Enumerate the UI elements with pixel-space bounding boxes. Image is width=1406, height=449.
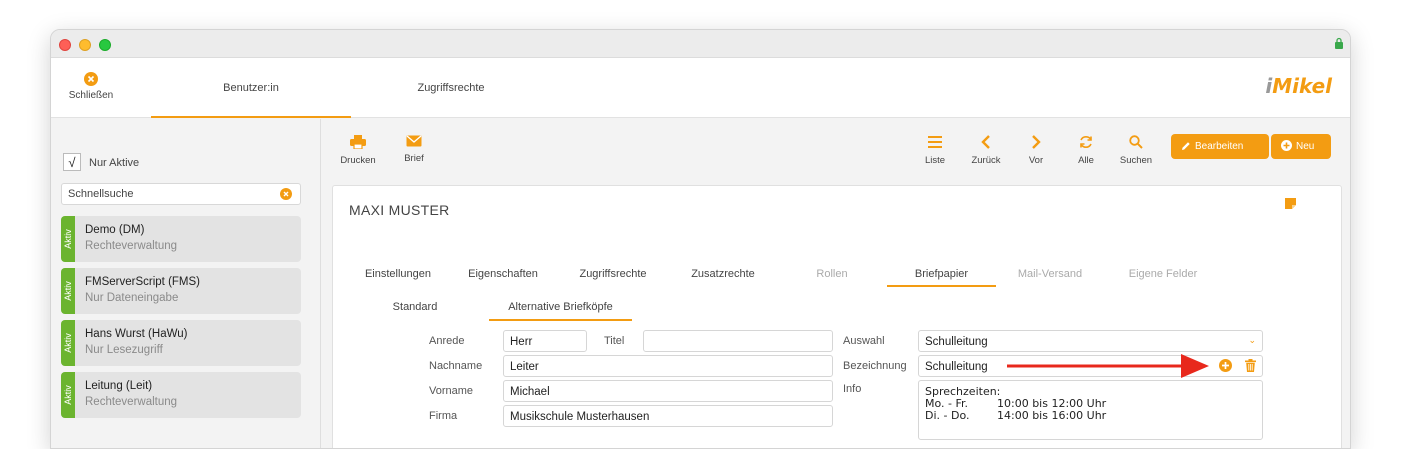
app-window: Schließen Benutzer:in Zugriffsrechte iMi… xyxy=(50,29,1351,449)
only-active-label: Nur Aktive xyxy=(89,157,140,169)
user-list-item[interactable]: Aktiv Leitung (Leit) Rechteverwaltung xyxy=(61,372,301,418)
add-circle-icon[interactable] xyxy=(1219,359,1232,372)
close-circle-icon xyxy=(84,72,98,86)
back-button[interactable]: Zurück xyxy=(963,135,1009,166)
search-icon xyxy=(1129,135,1143,149)
tab-zugriffsrechte[interactable]: Zugriffsrechte xyxy=(351,58,551,118)
vorname-label: Vorname xyxy=(429,385,474,397)
user-role: Rechteverwaltung xyxy=(85,396,178,408)
title-bar xyxy=(51,30,1350,58)
anrede-label: Anrede xyxy=(429,335,465,347)
status-badge: Aktiv xyxy=(61,268,75,314)
record-card: MAXI MUSTER Einstellungen Eigenschaften … xyxy=(332,185,1342,448)
bezeichnung-label: Bezeichnung xyxy=(843,360,907,372)
tab-zugriffsrechte[interactable]: Zugriffsrechte xyxy=(563,268,663,286)
pencil-icon xyxy=(1182,142,1190,150)
status-badge: Aktiv xyxy=(61,372,75,418)
tab-briefpapier[interactable]: Briefpapier xyxy=(887,268,996,287)
status-badge: Aktiv xyxy=(61,216,75,262)
auswahl-select[interactable]: Schulleitung ⌄ xyxy=(918,330,1263,352)
auswahl-value: Schulleitung xyxy=(925,336,988,348)
auswahl-label: Auswahl xyxy=(843,335,885,347)
anrede-field[interactable]: Herr xyxy=(503,330,587,352)
user-name: Leitung (Leit) xyxy=(85,380,153,392)
user-name: Demo (DM) xyxy=(85,224,145,236)
nachname-field[interactable]: Leiter xyxy=(503,355,833,377)
print-button[interactable]: Drucken xyxy=(338,135,378,166)
user-role: Nur Lesezugriff xyxy=(85,344,163,356)
quick-search-input[interactable]: Schnellsuche xyxy=(61,183,301,205)
search-button[interactable]: Suchen xyxy=(1116,135,1156,166)
tab-eigene-felder[interactable]: Eigene Felder xyxy=(1108,268,1218,286)
record-title: MAXI MUSTER xyxy=(349,202,450,218)
tab-benutzer[interactable]: Benutzer:in xyxy=(151,58,351,118)
zoom-window-button[interactable] xyxy=(99,39,111,51)
status-badge: Aktiv xyxy=(61,320,75,366)
tab-mail-versand[interactable]: Mail-Versand xyxy=(1000,268,1100,286)
tab-zusatzrechte[interactable]: Zusatzrechte xyxy=(673,268,773,286)
tab-eigenschaften[interactable]: Eigenschaften xyxy=(458,268,548,286)
user-list-item[interactable]: Aktiv Demo (DM) Rechteverwaltung xyxy=(61,216,301,262)
minimize-window-button[interactable] xyxy=(79,39,91,51)
info-textarea[interactable]: Sprechzeiten: Mo. - Fr. 10:00 bis 12:00 U… xyxy=(918,380,1263,440)
close-window-button[interactable] xyxy=(59,39,71,51)
refresh-icon xyxy=(1080,136,1092,148)
edit-button[interactable]: Bearbeiten xyxy=(1171,134,1269,159)
firma-label: Firma xyxy=(429,410,458,422)
user-role: Nur Dateneingabe xyxy=(85,292,179,304)
list-icon xyxy=(928,136,942,148)
close-button[interactable]: Schließen xyxy=(65,72,117,101)
close-label: Schließen xyxy=(68,90,114,101)
vorname-field[interactable]: Michael xyxy=(503,380,833,402)
only-active-checkbox[interactable]: √ xyxy=(63,153,81,171)
list-button[interactable]: Liste xyxy=(915,135,955,166)
chevron-down-icon: ⌄ xyxy=(1248,335,1256,345)
forward-button[interactable]: Vor xyxy=(1016,135,1056,166)
main-content: Drucken Brief Liste Zurück Vor Alle Such… xyxy=(322,119,1350,448)
lock-icon xyxy=(1335,37,1343,49)
bezeichnung-value: Schulleitung xyxy=(925,361,988,373)
user-name: FMServerScript (FMS) xyxy=(85,276,200,288)
info-line: Di. - Do. 14:00 bis 16:00 Uhr xyxy=(925,409,1107,422)
clear-search-icon[interactable] xyxy=(280,188,292,200)
nachname-label: Nachname xyxy=(429,360,483,372)
user-name: Hans Wurst (HaWu) xyxy=(85,328,188,340)
chevron-right-icon xyxy=(1032,135,1041,149)
info-label: Info xyxy=(843,383,862,395)
firma-field[interactable]: Musikschule Musterhausen xyxy=(503,405,833,427)
tab-einstellungen[interactable]: Einstellungen xyxy=(353,268,443,286)
chevron-left-icon xyxy=(981,135,990,149)
letter-button[interactable]: Brief xyxy=(396,135,432,164)
bezeichnung-field[interactable]: Schulleitung xyxy=(918,355,1263,377)
user-list-item[interactable]: Aktiv FMServerScript (FMS) Nur Dateneing… xyxy=(61,268,301,314)
user-list-item[interactable]: Aktiv Hans Wurst (HaWu) Nur Lesezugriff xyxy=(61,320,301,366)
sidebar: √ Nur Aktive Schnellsuche Aktiv Demo (DM… xyxy=(51,119,321,448)
titel-field[interactable] xyxy=(643,330,833,352)
subtab-standard[interactable]: Standard xyxy=(373,301,457,321)
quick-search-placeholder: Schnellsuche xyxy=(68,188,134,200)
plus-circle-icon xyxy=(1281,140,1292,151)
tab-rollen[interactable]: Rollen xyxy=(782,268,882,286)
new-button[interactable]: Neu xyxy=(1271,134,1331,159)
trash-icon[interactable] xyxy=(1245,359,1256,372)
top-navigation: Schließen Benutzer:in Zugriffsrechte iMi… xyxy=(51,58,1350,118)
titel-label: Titel xyxy=(604,335,625,347)
note-icon[interactable] xyxy=(1285,198,1296,209)
envelope-icon xyxy=(406,135,422,147)
user-role: Rechteverwaltung xyxy=(85,240,178,252)
imikel-logo: iMikel xyxy=(1265,74,1332,98)
printer-icon xyxy=(350,135,366,149)
subtab-alternative-briefkoepfe[interactable]: Alternative Briefköpfe xyxy=(489,301,632,321)
all-button[interactable]: Alle xyxy=(1066,135,1106,166)
